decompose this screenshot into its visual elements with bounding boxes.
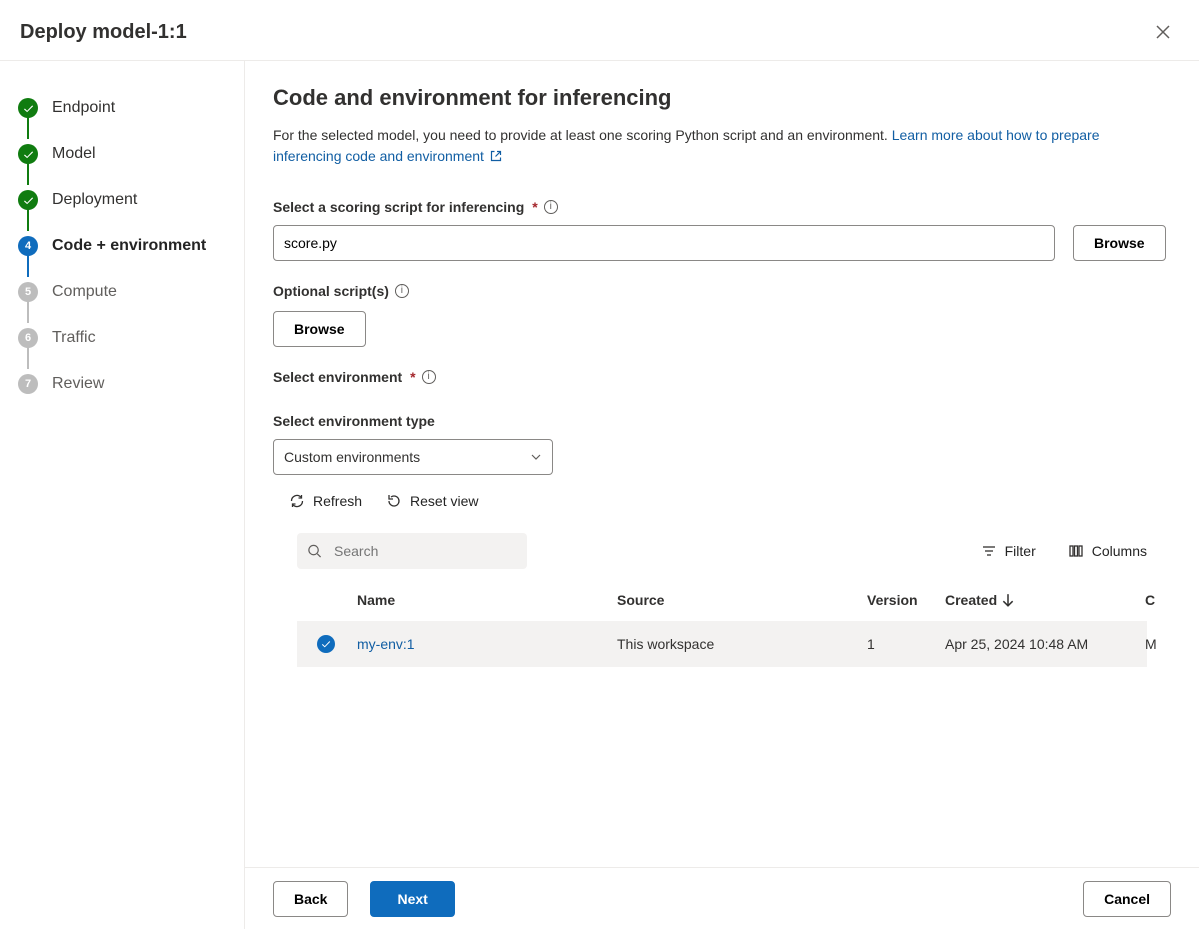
main-content: Code and environment for inferencing For… [245,61,1199,929]
cancel-button[interactable]: Cancel [1083,881,1171,917]
step-traffic[interactable]: 6 Traffic [18,315,244,361]
browse-optional-button[interactable]: Browse [273,311,366,347]
environment-type-label: Select environment type [273,413,1171,429]
check-icon [18,190,38,210]
step-label: Review [52,361,104,407]
required-marker: * [410,369,415,385]
step-label: Code + environment [52,223,206,269]
deploy-model-dialog: Deploy model-1:1 Endpoint Model [0,0,1199,929]
scoring-script-label: Select a scoring script for inferencing … [273,199,1171,215]
selected-icon[interactable] [317,635,335,653]
main-scroll[interactable]: Code and environment for inferencing For… [245,61,1199,867]
step-number: 6 [18,328,38,348]
scoring-script-input[interactable] [273,225,1055,261]
dropdown-value: Custom environments [284,449,420,465]
info-icon[interactable]: i [544,200,558,214]
environment-type-dropdown[interactable]: Custom environments [273,439,553,475]
env-source: This workspace [617,636,867,652]
table-header-row: Name Source Version Created C [297,579,1147,621]
search-box[interactable] [297,533,527,569]
step-compute[interactable]: 5 Compute [18,269,244,315]
step-endpoint[interactable]: Endpoint [18,85,244,131]
step-number: 7 [18,374,38,394]
search-icon [307,543,322,559]
refresh-icon [289,493,305,509]
col-name[interactable]: Name [357,592,617,608]
close-button[interactable] [1147,16,1179,48]
env-name-link[interactable]: my-env:1 [357,636,617,652]
refresh-button[interactable]: Refresh [289,493,362,509]
env-overflow: M [1145,636,1185,652]
info-icon[interactable]: i [395,284,409,298]
scoring-script-row: Browse [273,225,1171,261]
step-code-environment[interactable]: 4 Code + environment [18,223,244,269]
desc-text: For the selected model, you need to prov… [273,127,892,143]
check-icon [18,98,38,118]
dialog-header: Deploy model-1:1 [0,0,1199,61]
step-label: Model [52,131,96,177]
col-created[interactable]: Created [945,592,1145,608]
sort-desc-icon [1001,593,1015,607]
columns-icon [1068,543,1084,559]
columns-button[interactable]: Columns [1068,543,1147,559]
reset-icon [386,493,402,509]
back-button[interactable]: Back [273,881,348,917]
step-number: 4 [18,236,38,256]
page-title: Code and environment for inferencing [273,85,1171,111]
required-marker: * [532,199,537,215]
optional-scripts-label: Optional script(s) i [273,283,1171,299]
page-description: For the selected model, you need to prov… [273,125,1171,167]
check-icon [18,144,38,164]
step-label: Deployment [52,177,137,223]
environments-table: Name Source Version Created C my- [273,579,1171,667]
step-review[interactable]: 7 Review [18,361,244,407]
table-toolbar-actions: Refresh Reset view [273,483,1171,519]
browse-scoring-button[interactable]: Browse [1073,225,1166,261]
info-icon[interactable]: i [422,370,436,384]
dialog-footer: Back Next Cancel [245,867,1199,929]
step-number: 5 [18,282,38,302]
table-toolbar-search: Filter Columns [273,519,1171,579]
step-label: Compute [52,269,117,315]
step-deployment[interactable]: Deployment [18,177,244,223]
reset-view-button[interactable]: Reset view [386,493,478,509]
next-button[interactable]: Next [370,881,454,917]
step-model[interactable]: Model [18,131,244,177]
filter-button[interactable]: Filter [981,543,1036,559]
search-input[interactable] [332,542,517,560]
col-version[interactable]: Version [867,592,945,608]
filter-icon [981,543,997,559]
dialog-body: Endpoint Model Deployment 4 [0,61,1199,929]
table-row[interactable]: my-env:1 This workspace 1 Apr 25, 2024 1… [297,621,1147,667]
col-overflow[interactable]: C [1145,592,1185,608]
dialog-title: Deploy model-1:1 [20,21,187,44]
close-icon [1156,25,1170,39]
step-label: Endpoint [52,85,115,131]
select-environment-label: Select environment * i [273,369,1171,385]
external-link-icon [490,150,502,162]
step-label: Traffic [52,315,96,361]
env-version: 1 [867,636,945,652]
chevron-down-icon [530,451,542,463]
col-source[interactable]: Source [617,592,867,608]
env-created: Apr 25, 2024 10:48 AM [945,636,1145,652]
stepper-sidebar: Endpoint Model Deployment 4 [0,61,245,929]
